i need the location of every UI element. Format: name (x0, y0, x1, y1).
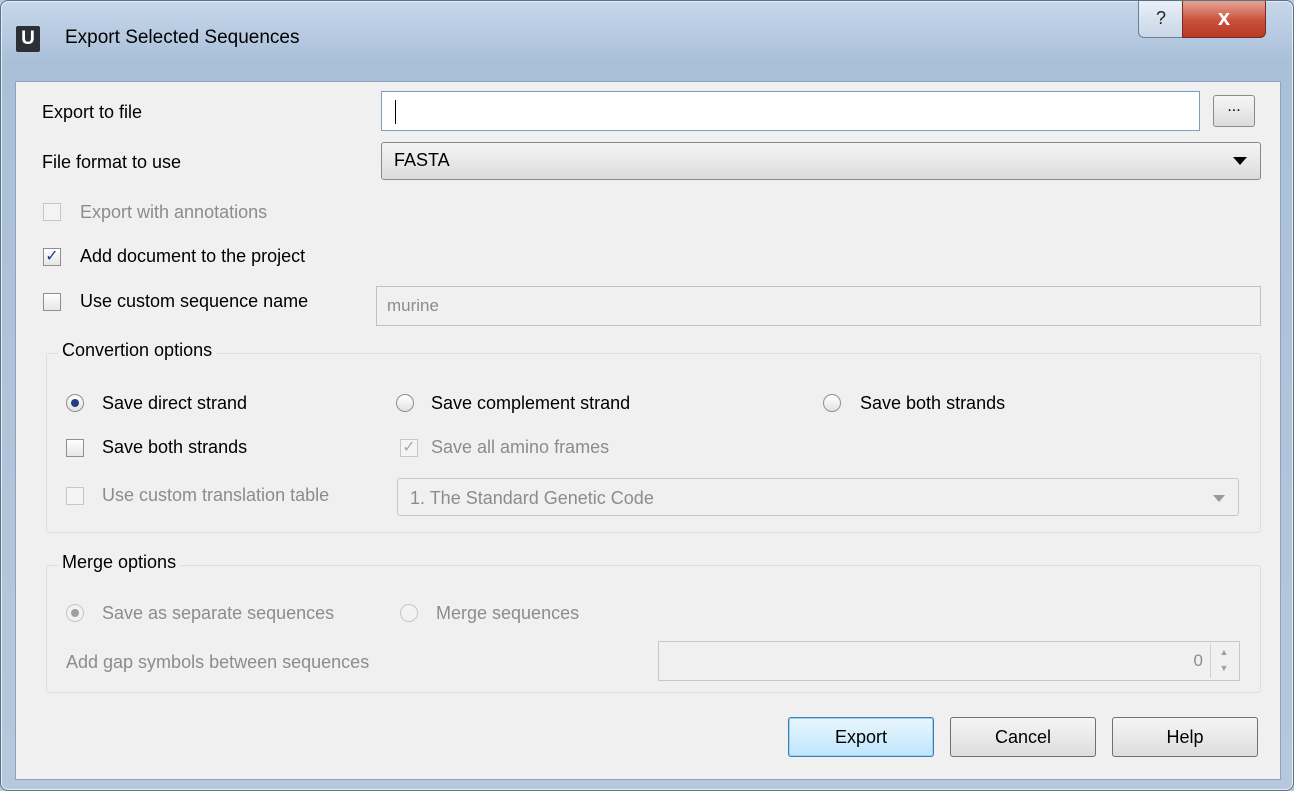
export-with-annotations-label: Export with annotations (80, 202, 268, 222)
spin-buttons[interactable]: ▲ ▼ (1210, 644, 1237, 678)
merge-options-title: Merge options (58, 552, 181, 573)
save-all-amino-frames-label: Save all amino frames (431, 437, 610, 457)
save-complement-strand-label: Save complement strand (431, 393, 631, 413)
custom-name-label: Use custom sequence name (80, 291, 309, 311)
close-icon[interactable]: x (1182, 1, 1266, 38)
app-logo-icon: U (16, 26, 40, 52)
add-document-label: Add document to the project (80, 246, 306, 266)
save-separate-label: Save as separate sequences (102, 603, 335, 623)
gap-symbols-label: Add gap symbols between sequences (66, 652, 370, 672)
help-button[interactable]: Help (1112, 717, 1258, 757)
text-caret (395, 100, 396, 124)
gap-symbols-value: 0 (1193, 651, 1203, 670)
dialog-title: Export Selected Sequences (65, 27, 300, 48)
save-both-strands-checkbox[interactable] (66, 439, 84, 457)
translation-table-selected: 1. The Standard Genetic Code (410, 488, 654, 508)
save-all-amino-frames-checkbox[interactable]: ✓ (400, 439, 418, 457)
title-bar[interactable]: U Export Selected Sequences ? x (1, 1, 1293, 81)
translation-table-select[interactable]: 1. The Standard Genetic Code (397, 478, 1239, 516)
chevron-down-icon (1213, 495, 1225, 502)
save-both-strands-checkbox-label: Save both strands (102, 437, 248, 457)
custom-name-checkbox[interactable] (43, 293, 61, 311)
export-to-file-label: Export to file (42, 102, 143, 122)
browse-button[interactable]: ... (1213, 95, 1255, 127)
custom-translation-table-label: Use custom translation table (102, 485, 330, 505)
custom-translation-table-checkbox[interactable] (66, 487, 84, 505)
gap-symbols-spinbox[interactable]: 0 ▲ ▼ (658, 641, 1240, 681)
spin-up-icon[interactable]: ▲ (1211, 644, 1237, 660)
file-format-select[interactable]: FASTA (381, 142, 1261, 180)
export-button[interactable]: Export (788, 717, 934, 757)
chevron-down-icon (1233, 157, 1247, 165)
dialog-window: U Export Selected Sequences ? x Export t… (0, 0, 1294, 791)
save-direct-strand-radio[interactable] (66, 394, 84, 412)
spin-down-icon[interactable]: ▼ (1211, 660, 1237, 676)
export-file-path-input[interactable] (381, 91, 1200, 131)
save-both-strands-radio-label: Save both strands (860, 393, 1006, 413)
save-complement-strand-radio[interactable] (396, 394, 414, 412)
save-direct-strand-label: Save direct strand (102, 393, 248, 413)
dialog-content: Export to file ... File format to use FA… (15, 81, 1281, 780)
merge-sequences-radio[interactable] (400, 604, 418, 622)
custom-name-input[interactable]: murine (376, 286, 1261, 326)
cancel-button[interactable]: Cancel (950, 717, 1096, 757)
save-separate-radio[interactable] (66, 604, 84, 622)
help-icon[interactable]: ? (1138, 1, 1184, 38)
file-format-label: File format to use (42, 152, 182, 172)
conversion-options-title: Convertion options (58, 340, 217, 361)
merge-sequences-label: Merge sequences (436, 603, 580, 623)
export-with-annotations-checkbox[interactable] (43, 203, 61, 221)
file-format-selected: FASTA (394, 150, 450, 170)
add-document-checkbox[interactable]: ✓ (43, 248, 61, 266)
save-both-strands-radio[interactable] (823, 394, 841, 412)
